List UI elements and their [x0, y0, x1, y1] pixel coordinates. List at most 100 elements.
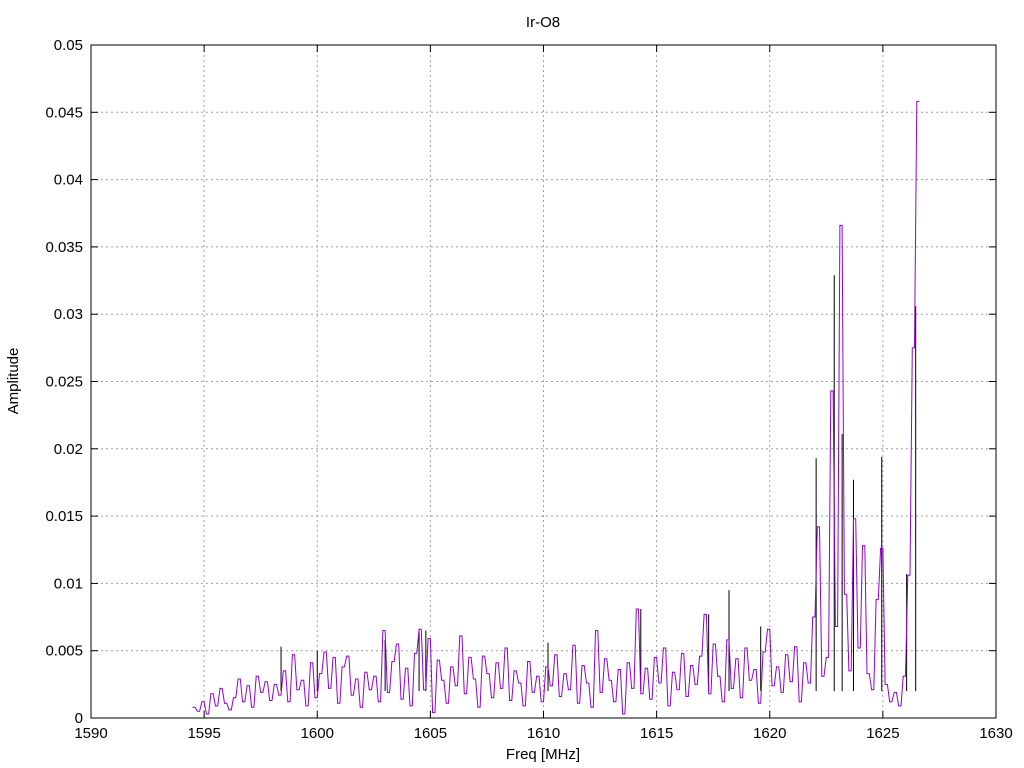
- purple-series-point: [852, 518, 854, 520]
- purple-series-point: [228, 709, 230, 711]
- purple-series-point: [432, 712, 434, 714]
- purple-series-point: [862, 545, 864, 547]
- purple-series-point: [590, 706, 592, 708]
- chart-title: Ir-O8: [526, 14, 560, 31]
- purple-series-point: [323, 651, 325, 653]
- purple-series-point: [296, 689, 298, 691]
- y-axis-label: Amplitude: [5, 348, 22, 415]
- purple-series-point: [205, 713, 207, 715]
- purple-series-point: [418, 628, 420, 630]
- purple-series-point: [744, 647, 746, 649]
- purple-series-point: [328, 687, 330, 689]
- purple-series-point: [373, 675, 375, 677]
- purple-series-point: [563, 673, 565, 675]
- purple-series-point: [260, 691, 262, 693]
- purple-series-point: [554, 654, 556, 656]
- purple-series-point: [481, 655, 483, 657]
- purple-series-point: [735, 658, 737, 660]
- y-tick-label: 0.035: [45, 239, 83, 256]
- purple-series-point: [291, 654, 293, 656]
- purple-series-point: [581, 665, 583, 667]
- purple-series-point: [400, 698, 402, 700]
- purple-series-point: [305, 705, 307, 707]
- purple-series-point: [703, 613, 705, 615]
- purple-series-point: [463, 693, 465, 695]
- purple-series-point: [468, 656, 470, 658]
- purple-series-point: [477, 706, 479, 708]
- purple-series-point: [522, 705, 524, 707]
- y-tick-label: 0.025: [45, 374, 83, 391]
- purple-series-point: [509, 700, 511, 702]
- purple-series-point: [269, 700, 271, 702]
- x-axis-label: Freq [MHz]: [506, 746, 580, 763]
- purple-series-point: [690, 665, 692, 667]
- purple-series-point: [382, 630, 384, 632]
- purple-series-point: [337, 702, 339, 704]
- purple-series-point: [830, 390, 832, 392]
- purple-series-point: [816, 526, 818, 528]
- ticks: 1590 1595 1600 1605 1610 1615 1620 1625 1630 0 0.0…: [45, 37, 1012, 742]
- purple-series-point: [780, 691, 782, 693]
- purple-series-point: [667, 705, 669, 707]
- purple-series-point: [246, 685, 248, 687]
- y-tick-label: 0.03: [54, 306, 83, 323]
- x-tick-label: 1625: [866, 725, 899, 742]
- x-tick-label: 1620: [753, 725, 786, 742]
- purple-series-point: [916, 101, 918, 103]
- purple-series-point: [350, 694, 352, 696]
- purple-series-point: [441, 679, 443, 681]
- purple-series-point: [662, 647, 664, 649]
- purple-series-point: [766, 628, 768, 630]
- purple-series-point: [423, 689, 425, 691]
- x-tick-label: 1605: [414, 725, 447, 742]
- y-tick-label: 0.045: [45, 104, 83, 121]
- purple-series-point: [671, 671, 673, 673]
- purple-series-point: [653, 656, 655, 658]
- purple-series-point: [644, 667, 646, 669]
- purple-series-point: [730, 687, 732, 689]
- purple-series-point: [608, 679, 610, 681]
- purple-series-point: [622, 713, 624, 715]
- purple-series-point: [649, 698, 651, 700]
- purple-series-point: [717, 675, 719, 677]
- purple-series-point: [771, 685, 773, 687]
- purple-series-point: [436, 659, 438, 661]
- grid: [91, 45, 996, 718]
- purple-series-point: [251, 706, 253, 708]
- y-tick-label: 0.02: [54, 441, 83, 458]
- purple-series-point: [513, 670, 515, 672]
- purple-series-point: [368, 689, 370, 691]
- x-tick-label: 1630: [979, 725, 1012, 742]
- purple-series-point: [427, 638, 429, 640]
- purple-series-point: [902, 675, 904, 677]
- purple-series-point: [567, 689, 569, 691]
- purple-series-point: [834, 625, 836, 627]
- purple-series-point: [911, 347, 913, 349]
- purple-series-point: [278, 694, 280, 696]
- purple-series-point: [712, 643, 714, 645]
- purple-series-point: [753, 669, 755, 671]
- purple-series-point: [273, 683, 275, 685]
- purple-series-point: [490, 697, 492, 699]
- y-tick-label: 0.005: [45, 643, 83, 660]
- purple-series-point: [454, 685, 456, 687]
- purple-series-point: [531, 691, 533, 693]
- purple-series-point: [785, 654, 787, 656]
- purple-series-point: [604, 658, 606, 660]
- purple-series-point: [518, 682, 520, 684]
- purple-series-point: [762, 651, 764, 653]
- purple-series-point: [676, 689, 678, 691]
- purple-series-point: [884, 683, 886, 685]
- purple-series-point: [219, 687, 221, 689]
- purple-series-point: [500, 687, 502, 689]
- purple-series-point: [798, 701, 800, 703]
- purple-series-point: [875, 599, 877, 601]
- purple-series-line: [192, 101, 920, 715]
- purple-series-point: [880, 547, 882, 549]
- x-tick-label: 1610: [527, 725, 560, 742]
- purple-series-point: [776, 666, 778, 668]
- purple-series-point: [359, 706, 361, 708]
- x-tick-label: 1615: [640, 725, 673, 742]
- purple-series-point: [414, 652, 416, 654]
- purple-series-point: [907, 574, 909, 576]
